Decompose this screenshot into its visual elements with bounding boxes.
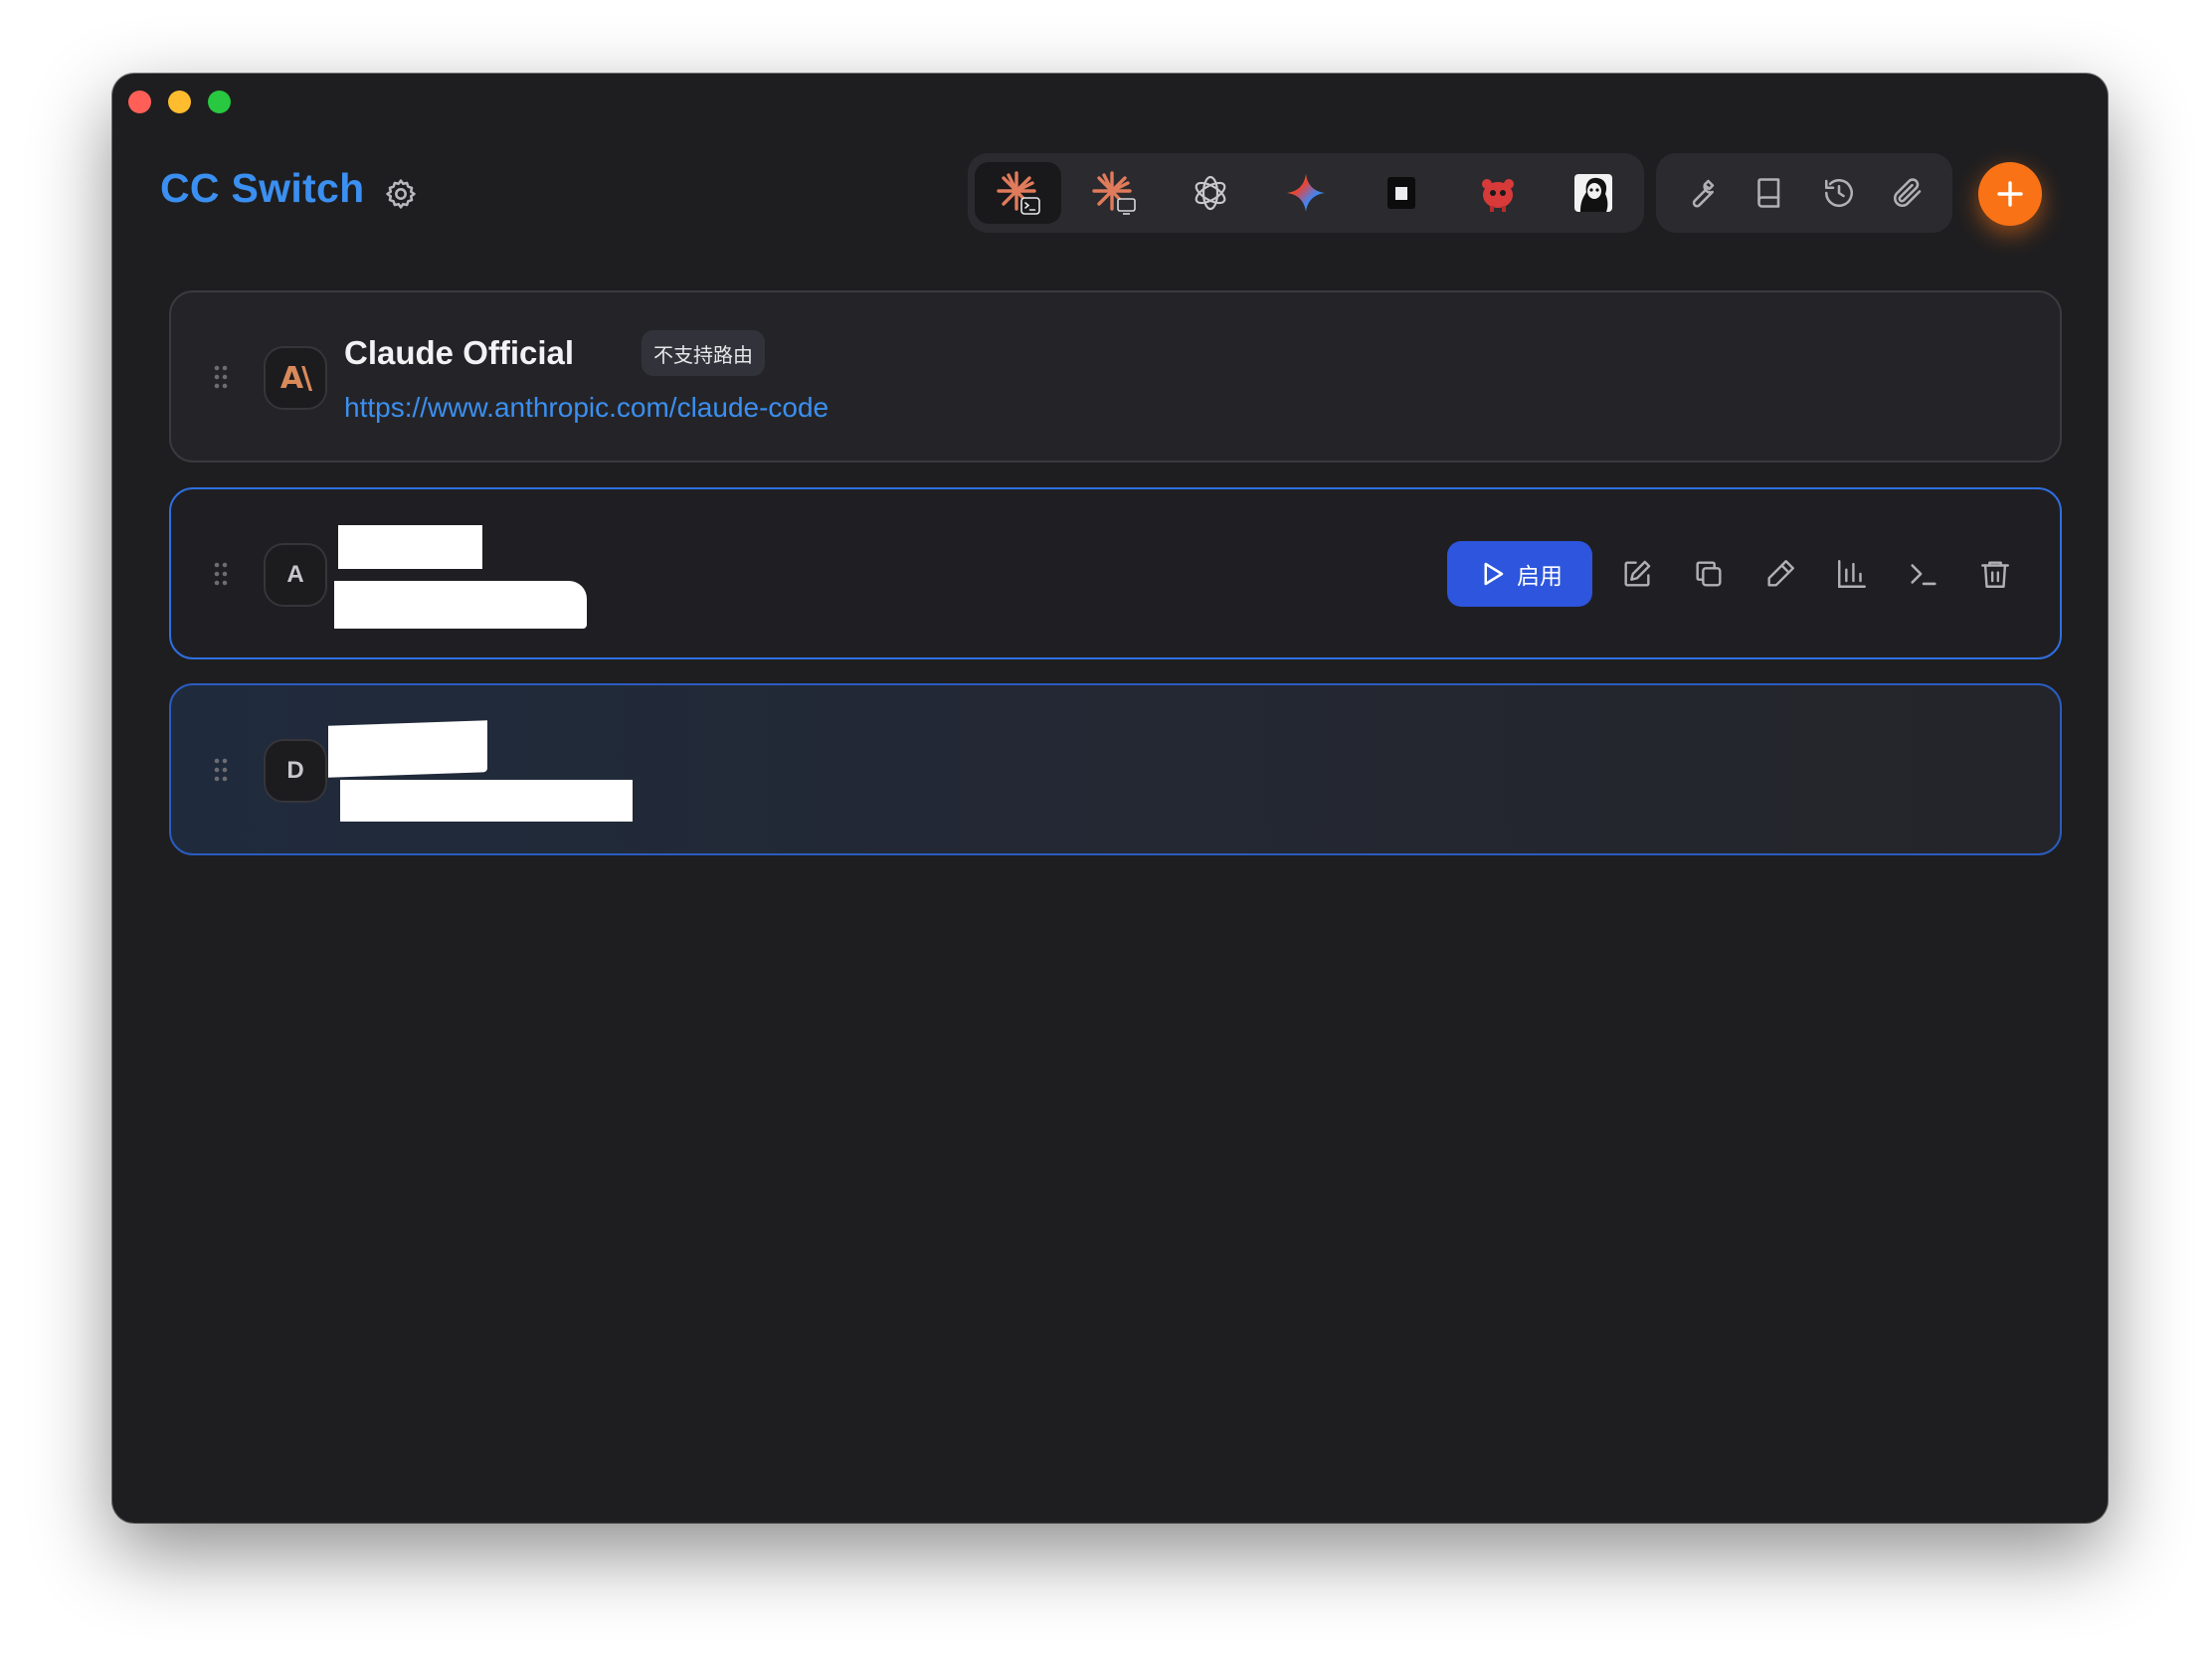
add-provider-button[interactable]: [1978, 162, 2042, 226]
app-window: CC Switch A\ Claude Official 不支持路由 https…: [112, 74, 2108, 1523]
docs-button[interactable]: [1742, 165, 1797, 221]
app-portrait[interactable]: [1551, 162, 1637, 224]
redacted-url: [334, 581, 587, 629]
usage-stats-button[interactable]: [1832, 554, 1872, 594]
zoom-window-button[interactable]: [208, 91, 231, 113]
test-button[interactable]: [1760, 554, 1800, 594]
attach-button[interactable]: [1880, 165, 1936, 221]
app-claude-code[interactable]: [975, 162, 1062, 224]
claude-desktop-icon: [1092, 171, 1136, 215]
history-button[interactable]: [1811, 165, 1867, 221]
plus-icon: [1997, 181, 2023, 207]
terminal-app-icon: [1387, 177, 1416, 209]
provider-name: Claude Official: [344, 334, 575, 371]
wrench-icon: [1692, 179, 1715, 208]
redacted-name: [338, 525, 482, 569]
trash-icon: [1981, 561, 2009, 588]
drag-handle-icon: [214, 758, 228, 782]
duplicate-button[interactable]: [1689, 554, 1729, 594]
redacted-url: [340, 780, 633, 822]
terminal-button[interactable]: [1904, 554, 1943, 594]
edit-icon: [1624, 560, 1651, 587]
app-red-mascot[interactable]: [1454, 162, 1541, 224]
app-terminal[interactable]: [1359, 162, 1445, 224]
terminal-icon: [1911, 564, 1936, 586]
toolbar: [1656, 153, 1952, 233]
settings-button[interactable]: [384, 177, 418, 211]
claude-code-icon: [997, 171, 1040, 215]
app-claude-desktop[interactable]: [1070, 162, 1157, 224]
enable-button-label: 启用: [1517, 564, 1563, 590]
app-openai-codex[interactable]: [1167, 162, 1253, 224]
paperclip-icon: [1894, 178, 1922, 208]
provider-avatar: A\: [264, 346, 327, 410]
delete-button[interactable]: [1975, 554, 2015, 594]
drag-handle[interactable]: [212, 561, 230, 587]
redacted-name: [328, 720, 487, 778]
bar-chart-icon: [1838, 560, 1866, 588]
window-controls: [128, 91, 231, 113]
red-mascot-icon: [1481, 179, 1514, 212]
anthropic-logo-icon: A\: [279, 360, 312, 396]
enable-button[interactable]: 启用: [1447, 541, 1592, 607]
avatar-letter: D: [286, 757, 304, 784]
pencil-icon: [1767, 560, 1794, 587]
gemini-icon: [1286, 174, 1325, 212]
drag-handle-icon: [214, 365, 228, 389]
provider-card[interactable]: D: [169, 683, 2062, 855]
provider-url-link[interactable]: https://www.anthropic.com/claude-code: [344, 392, 829, 424]
drag-handle-icon: [214, 562, 228, 586]
play-icon: [1484, 562, 1504, 586]
copy-icon: [1696, 561, 1722, 587]
provider-card-claude-official[interactable]: A\ Claude Official 不支持路由 https://www.ant…: [169, 290, 2062, 463]
portrait-app-icon: [1574, 174, 1613, 212]
edit-button[interactable]: [1617, 554, 1657, 594]
tools-button[interactable]: [1673, 165, 1729, 221]
routing-badge: 不支持路由: [642, 330, 765, 376]
gear-icon: [386, 179, 416, 209]
avatar-letter: A: [286, 561, 304, 588]
app-gemini[interactable]: [1262, 162, 1349, 224]
provider-avatar: A: [264, 543, 327, 607]
book-icon: [1757, 178, 1780, 208]
provider-card[interactable]: A 启用: [169, 487, 2062, 659]
app-title: CC Switch: [160, 165, 365, 211]
minimize-window-button[interactable]: [168, 91, 191, 113]
app-switcher: [968, 153, 1644, 233]
close-window-button[interactable]: [128, 91, 151, 113]
drag-handle[interactable]: [212, 364, 230, 390]
openai-icon: [1195, 175, 1225, 211]
provider-avatar: D: [264, 739, 327, 803]
history-icon: [1824, 179, 1853, 208]
drag-handle[interactable]: [212, 757, 230, 783]
